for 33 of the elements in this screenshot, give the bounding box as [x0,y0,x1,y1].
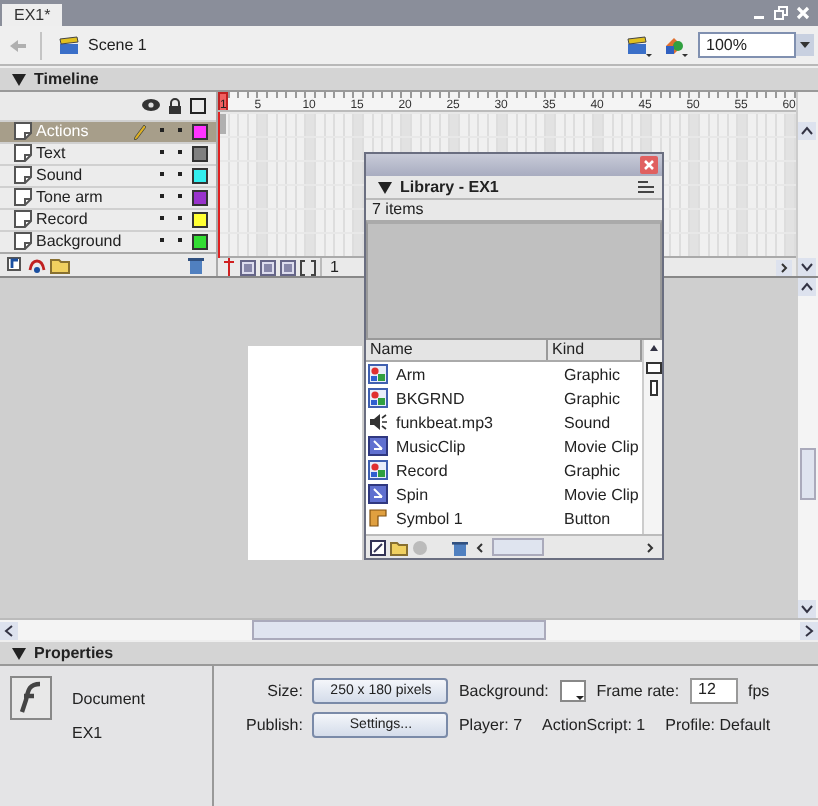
document-type: Document [72,690,145,708]
current-frame: 1 [320,258,347,276]
fps-label: fps [748,682,771,700]
item-kind: Graphic [562,365,623,383]
item-kind: Button [562,509,613,527]
layer-name: Sound [36,166,85,185]
item-count: 7 items [366,200,662,220]
item-name: Symbol 1 [394,509,465,527]
layer-name: Tone arm [36,188,105,207]
item-name: funkbeat.mp3 [394,413,495,431]
background-label: Background: [458,682,550,700]
item-name: Arm [394,365,428,383]
publish-profile: Profile: Default [665,716,771,734]
size-label: Size: [265,682,303,700]
layer-name: Record [36,210,90,229]
scene-name: Scene 1 [88,36,147,54]
layer-name: Background [36,232,124,251]
item-name: MusicClip [394,437,468,455]
item-kind: Movie Clip [562,485,641,503]
publish-label: Publish: [244,716,303,734]
item-name: Record [394,461,450,479]
document-name: EX1 [72,724,105,742]
item-kind: Graphic [562,389,623,407]
frame-rate-label: Frame rate: [596,682,680,700]
item-name: Spin [394,485,431,503]
item-kind: Sound [562,413,613,431]
item-kind: Graphic [562,461,623,479]
item-kind: Movie Clip [562,437,641,455]
layer-name: Text [36,144,68,163]
player-version: Player: 7 [458,716,523,734]
layer-name: Actions [36,122,91,141]
actionscript-version: ActionScript: 1 [542,716,646,734]
item-name: BKGRND [394,389,467,407]
